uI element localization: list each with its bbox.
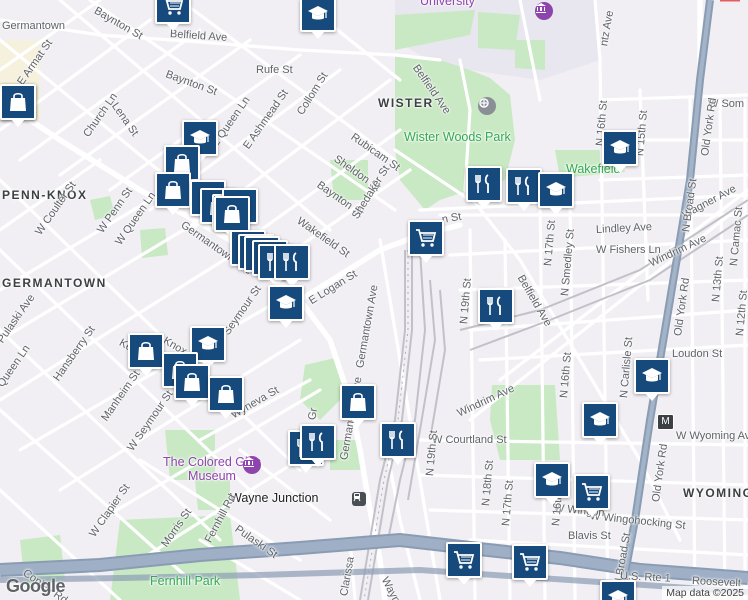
shopping-cart-icon bbox=[517, 549, 543, 575]
street-label: Rufe St bbox=[256, 64, 293, 76]
school-pin[interactable] bbox=[634, 358, 670, 401]
shopping-pin[interactable] bbox=[0, 84, 36, 127]
street-label: Blavis St bbox=[568, 530, 611, 542]
street-label: Gr bbox=[306, 406, 321, 422]
poi-label-university[interactable]: University bbox=[420, 0, 475, 8]
shopping-bag-icon bbox=[160, 177, 186, 203]
shopping-bag-icon bbox=[219, 201, 245, 227]
shopping-cart-pin[interactable] bbox=[155, 0, 191, 31]
graduation-cap-icon bbox=[607, 135, 633, 161]
street-label: W Courtland St bbox=[432, 434, 507, 446]
shopping-bag-icon bbox=[213, 381, 239, 407]
map-canvas[interactable]: WISTER PENN-KNOX GERMANTOWN WYOMING Germ… bbox=[0, 0, 748, 600]
university-icon[interactable] bbox=[535, 2, 553, 20]
neighborhood-label-wister: WISTER bbox=[378, 96, 434, 110]
graduation-cap-icon bbox=[543, 177, 569, 203]
fork-knife-icon bbox=[511, 173, 537, 199]
place-label-germantown: Germantown bbox=[2, 20, 65, 32]
school-pin[interactable] bbox=[602, 130, 638, 173]
graduation-cap-icon bbox=[587, 407, 613, 433]
restaurant-pin[interactable] bbox=[274, 244, 310, 287]
graduation-cap-icon bbox=[305, 1, 331, 27]
shopping-pin[interactable] bbox=[174, 364, 210, 407]
shopping-cart-pin[interactable] bbox=[512, 544, 548, 587]
school-pin[interactable] bbox=[582, 402, 618, 445]
graduation-cap-icon bbox=[605, 585, 631, 600]
neighborhood-label-germantown: GERMANTOWN bbox=[2, 276, 107, 290]
graduation-cap-icon bbox=[273, 290, 299, 316]
restaurant-pin[interactable] bbox=[478, 288, 514, 331]
shopping-cart-pin[interactable] bbox=[574, 474, 610, 517]
shopping-cart-icon bbox=[160, 0, 186, 19]
graduation-cap-icon bbox=[539, 467, 565, 493]
fork-knife-icon bbox=[385, 427, 411, 453]
restaurant-pin[interactable] bbox=[380, 422, 416, 465]
shopping-cart-icon bbox=[451, 547, 477, 573]
street-label: W Wyoming Ave bbox=[676, 430, 748, 442]
restaurant-pin[interactable] bbox=[506, 168, 542, 211]
school-pin[interactable] bbox=[300, 0, 336, 39]
place-of-worship-icon[interactable] bbox=[478, 97, 496, 115]
shopping-cart-icon bbox=[579, 479, 605, 505]
neighborhood-label-wyoming: WYOMING bbox=[683, 486, 748, 500]
shopping-pin[interactable] bbox=[208, 376, 244, 419]
street-label: W Fishers Ln bbox=[596, 244, 661, 256]
train-station-icon[interactable] bbox=[352, 492, 366, 506]
shopping-bag-icon bbox=[133, 338, 159, 364]
fork-knife-icon bbox=[471, 171, 497, 197]
park-name: Wister Woods Park bbox=[404, 130, 511, 144]
fork-knife-icon bbox=[279, 249, 305, 275]
map-attribution[interactable]: Map data ©2025 bbox=[662, 586, 748, 600]
museum-icon[interactable] bbox=[243, 456, 261, 474]
google-logo: Google bbox=[6, 576, 66, 596]
shopping-pin[interactable] bbox=[155, 172, 191, 215]
fork-knife-icon bbox=[483, 293, 509, 319]
graduation-cap-icon bbox=[195, 331, 221, 357]
shopping-bag-icon bbox=[5, 89, 31, 115]
shopping-bag-icon bbox=[179, 369, 205, 395]
shopping-pin[interactable] bbox=[214, 196, 250, 239]
school-pin[interactable] bbox=[534, 462, 570, 505]
school-pin[interactable] bbox=[268, 285, 304, 328]
fork-knife-icon bbox=[305, 429, 331, 455]
shopping-bag-icon bbox=[345, 389, 371, 415]
shopping-cart-icon bbox=[413, 225, 439, 251]
street-label: Loudon St bbox=[672, 348, 723, 360]
park-label-wister-woods: Wister Woods Park bbox=[404, 130, 511, 144]
school-pin[interactable] bbox=[538, 172, 574, 215]
school-pin[interactable] bbox=[600, 580, 636, 600]
route-shield-m: M bbox=[657, 414, 674, 430]
shopping-cart-pin[interactable] bbox=[408, 220, 444, 263]
shopping-cart-pin[interactable] bbox=[446, 542, 482, 585]
graduation-cap-icon bbox=[639, 363, 665, 389]
transit-label-wayne-junction[interactable]: Wayne Junction bbox=[230, 491, 318, 505]
shopping-pin[interactable] bbox=[340, 384, 376, 427]
restaurant-pin[interactable] bbox=[466, 166, 502, 209]
restaurant-pin[interactable] bbox=[300, 424, 336, 467]
park-label-fernhill: Fernhill Park bbox=[150, 574, 221, 588]
shopping-pin[interactable] bbox=[128, 333, 164, 376]
